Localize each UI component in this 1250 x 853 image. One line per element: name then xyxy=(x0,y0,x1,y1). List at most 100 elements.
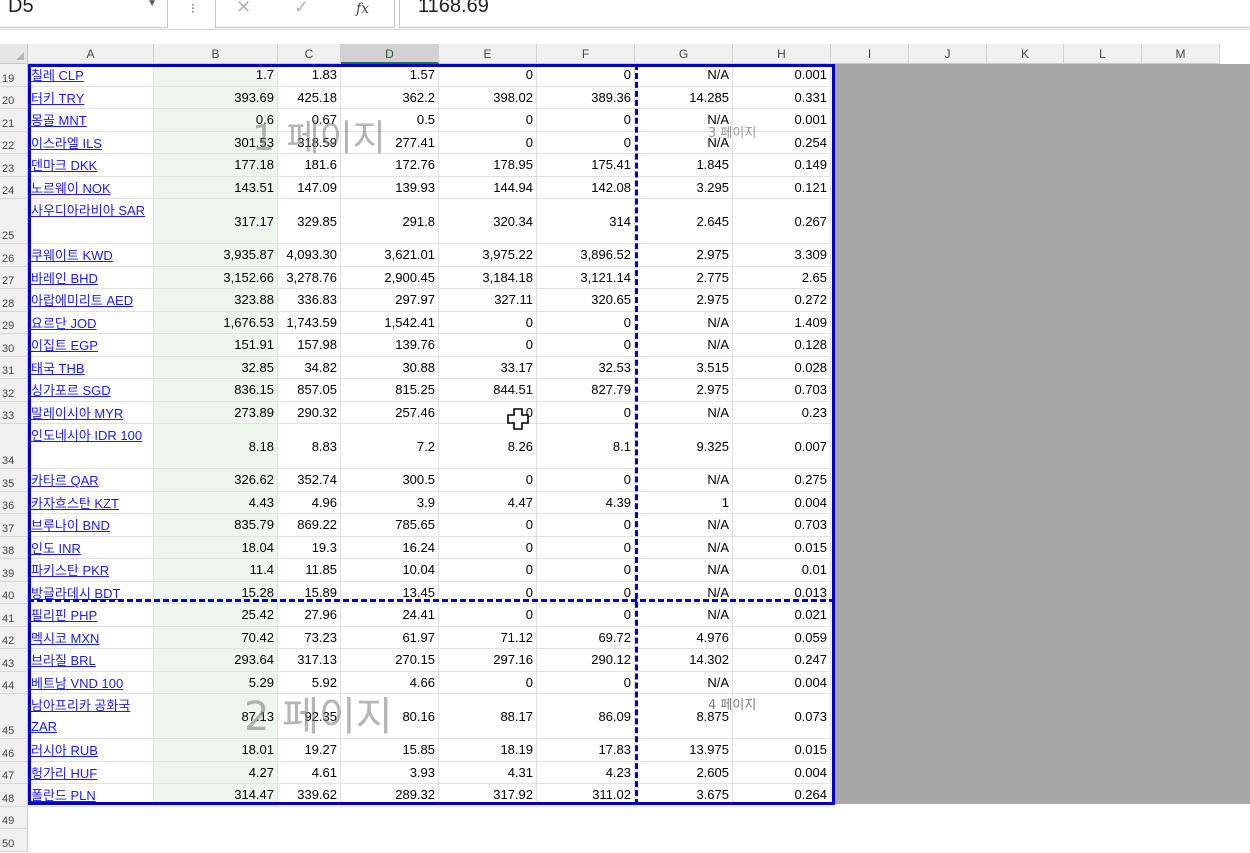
cell-g[interactable]: N/A xyxy=(635,469,733,492)
row-header[interactable]: 23 xyxy=(0,154,28,177)
currency-link[interactable]: 카자흐스탄 KZT xyxy=(31,493,119,512)
row-header[interactable]: 50 xyxy=(0,829,28,852)
cell-a[interactable]: 인도 INR xyxy=(28,536,154,559)
currency-link[interactable]: 바레인 BHD xyxy=(31,268,98,287)
cell-b[interactable]: 8.18 xyxy=(154,424,278,469)
column-header-d[interactable]: D xyxy=(341,44,439,64)
cell-b[interactable]: 293.64 xyxy=(154,649,278,672)
cell-d[interactable]: 300.5 xyxy=(341,469,439,492)
cell-f[interactable]: 290.12 xyxy=(537,649,635,672)
cell-g[interactable]: 2.775 xyxy=(635,266,733,289)
cell-g[interactable]: 3.675 xyxy=(635,784,733,807)
cell-f[interactable]: 827.79 xyxy=(537,379,635,402)
column-header-g[interactable]: G xyxy=(635,44,733,64)
cell-c[interactable]: 181.6 xyxy=(278,154,341,177)
cell-b[interactable]: 314.47 xyxy=(154,784,278,807)
row-header[interactable]: 34 xyxy=(0,424,28,469)
cell-f[interactable]: 311.02 xyxy=(537,784,635,807)
currency-link[interactable]: 아랍에미리트 AED xyxy=(31,290,133,309)
cell-a[interactable]: 칠레 CLP xyxy=(28,64,154,87)
cell-h[interactable]: 0.01 xyxy=(733,559,831,582)
cell-d[interactable]: 30.88 xyxy=(341,356,439,379)
cell-g[interactable]: 3.515 xyxy=(635,356,733,379)
cell-e[interactable]: 18.19 xyxy=(439,739,537,762)
cell-c[interactable]: 352.74 xyxy=(278,469,341,492)
cell-e[interactable]: 0 xyxy=(439,334,537,357)
cell-h[interactable]: 0.015 xyxy=(733,536,831,559)
cell-a[interactable]: 이집트 EGP xyxy=(28,334,154,357)
cell-f[interactable]: 0 xyxy=(537,671,635,694)
cell-a[interactable]: 파키스탄 PKR xyxy=(28,559,154,582)
cell-b[interactable]: 393.69 xyxy=(154,86,278,109)
cell-f[interactable]: 314 xyxy=(537,199,635,244)
column-header-b[interactable]: B xyxy=(154,44,278,64)
cell-c[interactable]: 290.32 xyxy=(278,401,341,424)
cell-e[interactable]: 3,184.18 xyxy=(439,266,537,289)
cell-c[interactable]: 317.13 xyxy=(278,649,341,672)
currency-link[interactable]: 사우디아라비아 SAR xyxy=(31,200,145,221)
currency-link[interactable]: 헝가리 HUF xyxy=(31,763,97,782)
cell-e[interactable]: 297.16 xyxy=(439,649,537,672)
cell-f[interactable]: 0 xyxy=(537,64,635,87)
row-header[interactable]: 36 xyxy=(0,491,28,514)
cell-a[interactable]: 몽골 MNT xyxy=(28,109,154,132)
cell-h[interactable]: 0.015 xyxy=(733,739,831,762)
cell-a[interactable]: 아랍에미리트 AED xyxy=(28,289,154,312)
cell-c[interactable]: 19.27 xyxy=(278,739,341,762)
cell-c[interactable]: 1,743.59 xyxy=(278,311,341,334)
cell-e[interactable]: 4.31 xyxy=(439,761,537,784)
cell-d[interactable]: 7.2 xyxy=(341,424,439,469)
cell-g[interactable]: N/A xyxy=(635,109,733,132)
cell-a[interactable]: 덴마크 DKK xyxy=(28,154,154,177)
cell-e[interactable]: 317.92 xyxy=(439,784,537,807)
cell-g[interactable]: 8.875 xyxy=(635,694,733,739)
cell-f[interactable]: 3,121.14 xyxy=(537,266,635,289)
cell-e[interactable]: 0 xyxy=(439,131,537,154)
cell-g[interactable]: 2.975 xyxy=(635,379,733,402)
row-header[interactable]: 21 xyxy=(0,109,28,132)
cell-f[interactable]: 0 xyxy=(537,311,635,334)
cell-g[interactable]: N/A xyxy=(635,559,733,582)
cell-f[interactable]: 0 xyxy=(537,604,635,627)
chevron-down-icon[interactable]: ▼ xyxy=(147,0,157,9)
row-header[interactable]: 37 xyxy=(0,514,28,537)
cell-e[interactable]: 0 xyxy=(439,559,537,582)
row-header[interactable]: 38 xyxy=(0,536,28,559)
cell-b[interactable]: 4.27 xyxy=(154,761,278,784)
cell-c[interactable]: 869.22 xyxy=(278,514,341,537)
currency-link[interactable]: 몽골 MNT xyxy=(31,110,87,129)
cell-a[interactable]: 남아프리카 공화국 ZAR xyxy=(28,694,154,739)
cell-d[interactable]: 2,900.45 xyxy=(341,266,439,289)
cell-c[interactable]: 4.61 xyxy=(278,761,341,784)
cell-f[interactable]: 4.39 xyxy=(537,491,635,514)
cell-b[interactable]: 70.42 xyxy=(154,626,278,649)
cell-e[interactable]: 398.02 xyxy=(439,86,537,109)
cell-b[interactable]: 835.79 xyxy=(154,514,278,537)
cell-c[interactable]: 329.85 xyxy=(278,199,341,244)
cell-f[interactable]: 175.41 xyxy=(537,154,635,177)
row-header[interactable]: 22 xyxy=(0,131,28,154)
row-header[interactable]: 41 xyxy=(0,604,28,627)
cell-e[interactable]: 0 xyxy=(439,581,537,604)
currency-link[interactable]: 멕시코 MXN xyxy=(31,628,99,647)
cell-f[interactable]: 389.36 xyxy=(537,86,635,109)
column-header-c[interactable]: C xyxy=(278,44,341,64)
cell-d[interactable]: 289.32 xyxy=(341,784,439,807)
cell-h[interactable]: 0.23 xyxy=(733,401,831,424)
cell-d[interactable]: 815.25 xyxy=(341,379,439,402)
cell-a[interactable]: 노르웨이 NOK xyxy=(28,176,154,199)
cell-a[interactable]: 인도네시아 IDR 100 xyxy=(28,424,154,469)
cell-h[interactable]: 1.409 xyxy=(733,311,831,334)
cell-e[interactable]: 4.47 xyxy=(439,491,537,514)
cell-f[interactable]: 0 xyxy=(537,109,635,132)
cell-f[interactable]: 142.08 xyxy=(537,176,635,199)
cell-b[interactable]: 326.62 xyxy=(154,469,278,492)
row-header[interactable]: 28 xyxy=(0,289,28,312)
cell-c[interactable]: 0.67 xyxy=(278,109,341,132)
cell-c[interactable]: 4.96 xyxy=(278,491,341,514)
column-header-i[interactable]: I xyxy=(831,44,909,64)
currency-link[interactable]: 터키 TRY xyxy=(31,88,84,107)
row-header[interactable]: 40 xyxy=(0,581,28,604)
cell-a[interactable]: 러시아 RUB xyxy=(28,739,154,762)
currency-link[interactable]: 싱가포르 SGD xyxy=(31,380,111,399)
